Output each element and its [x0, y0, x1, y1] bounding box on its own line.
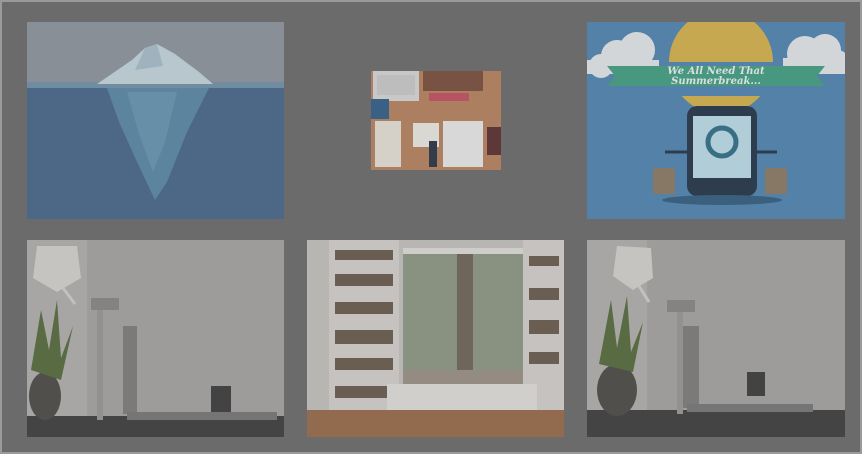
iceberg-illustration: [27, 22, 284, 219]
gallery-image-summer-poster[interactable]: We All Need That Summerbreak...: [587, 22, 845, 219]
gallery-image-desk-flatlay[interactable]: [371, 71, 501, 170]
poster-banner-line2: Summerbreak...: [671, 76, 761, 87]
office-desk-photo: [587, 240, 845, 437]
reading-nook-photo: [307, 240, 564, 437]
gallery-image-office-left[interactable]: [27, 240, 284, 437]
poster-banner-text: We All Need That Summerbreak...: [667, 66, 765, 87]
gallery-image-iceberg[interactable]: [27, 22, 284, 219]
gallery-container: We All Need That Summerbreak...: [0, 0, 862, 454]
office-desk-photo: [27, 240, 284, 437]
gallery-image-office-right[interactable]: [587, 240, 845, 437]
gallery-image-reading-nook[interactable]: [307, 240, 564, 437]
desk-flatlay-photo: [371, 71, 501, 170]
